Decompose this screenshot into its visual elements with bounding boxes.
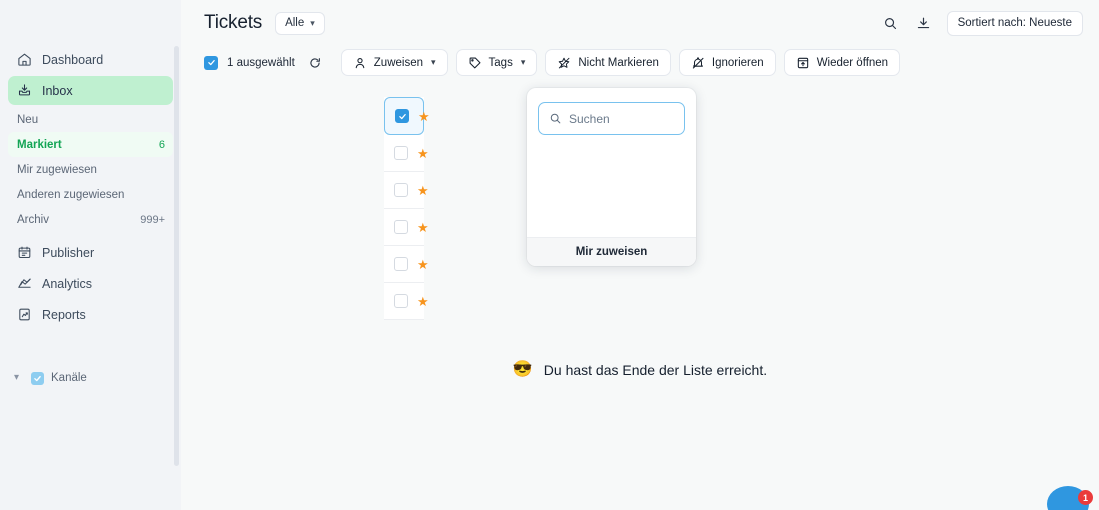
table-row[interactable]: ★: [384, 246, 429, 283]
star-icon[interactable]: ★: [417, 258, 429, 271]
assign-to-me-label: Mir zuweisen: [575, 246, 648, 258]
sidebar: Dashboard Inbox Neu Markiert 6 Mir zugew…: [0, 0, 181, 510]
toolbar-buttons: Zuweisen ▾ Tags ▾ Nicht Markieren Ignori…: [340, 49, 901, 76]
row-checkbox[interactable]: [395, 109, 409, 123]
chevron-down-icon: ▾: [14, 372, 20, 383]
chat-unread-badge: 1: [1078, 490, 1093, 505]
row-checkbox[interactable]: [394, 257, 408, 271]
chevron-down-icon: ▾: [310, 17, 315, 28]
sidebar-item-reports[interactable]: Reports: [8, 300, 173, 329]
sidebar-subitem-count: 6: [158, 138, 165, 151]
star-icon[interactable]: ★: [417, 221, 429, 234]
inbox-icon: [16, 82, 33, 99]
sidebar-item-label: Inbox: [42, 83, 73, 98]
assign-dropdown-body: [527, 88, 696, 237]
search-icon: [550, 113, 561, 124]
sidebar-subitem-label: Archiv: [17, 213, 49, 226]
sunglasses-emoji-icon: 😎: [512, 361, 533, 378]
filter-dropdown-alle[interactable]: Alle ▾: [275, 11, 325, 35]
search-input[interactable]: [569, 111, 674, 126]
table-row[interactable]: ★: [384, 97, 430, 135]
page-title: Tickets: [204, 12, 263, 33]
sidebar-subitem-neu[interactable]: Neu: [8, 107, 173, 132]
chat-widget[interactable]: 1: [1047, 482, 1093, 510]
sidebar-subitem-label: Neu: [17, 113, 39, 126]
refresh-icon[interactable]: [306, 54, 324, 72]
sidebar-subitem-label: Anderen zugewiesen: [17, 188, 125, 201]
table-row[interactable]: ★: [384, 135, 429, 172]
sidebar-item-label: Dashboard: [42, 52, 104, 67]
row-checkbox[interactable]: [394, 220, 408, 234]
reopen-button[interactable]: Wieder öffnen: [783, 49, 901, 76]
assign-button[interactable]: Zuweisen ▾: [340, 49, 448, 76]
table-row[interactable]: ★: [384, 172, 429, 209]
table-row[interactable]: ★: [384, 209, 429, 246]
tags-button-label: Tags: [488, 56, 513, 69]
sidebar-subitem-count: 999+: [140, 213, 165, 226]
report-icon: [16, 306, 33, 323]
star-icon[interactable]: ★: [418, 110, 430, 123]
home-icon: [16, 51, 33, 68]
app-root: Dashboard Inbox Neu Markiert 6 Mir zugew…: [0, 0, 1099, 510]
search-icon[interactable]: [881, 14, 900, 33]
ticket-list: ★ ★ ★ ★ ★ ★: [384, 97, 430, 320]
sidebar-subitem-anderen-zugewiesen[interactable]: Anderen zugewiesen: [8, 182, 173, 207]
channels-label: Kanäle: [51, 372, 87, 384]
sort-label: Sortiert nach: Neueste: [957, 17, 1072, 29]
ignore-button[interactable]: Ignorieren: [678, 49, 776, 76]
end-of-list-message: 😎 Du hast das Ende der Liste erreicht.: [181, 361, 1099, 379]
assign-dropdown-panel: Mir zuweisen: [527, 88, 696, 266]
end-of-list-text: Du hast das Ende der Liste erreicht.: [543, 362, 768, 378]
header-actions: Sortiert nach: Neueste: [881, 10, 1083, 36]
sidebar-item-label: Reports: [42, 307, 86, 322]
chart-icon: [16, 275, 33, 292]
sidebar-subitem-markiert[interactable]: Markiert 6: [8, 132, 173, 157]
sidebar-subitem-archiv[interactable]: Archiv 999+: [8, 207, 173, 232]
sidebar-item-publisher[interactable]: Publisher: [8, 238, 173, 267]
sidebar-subitem-label: Markiert: [17, 138, 62, 151]
ignore-button-label: Ignorieren: [711, 56, 764, 69]
sidebar-item-label: Analytics: [42, 276, 93, 291]
download-icon[interactable]: [914, 14, 933, 33]
star-icon[interactable]: ★: [417, 295, 429, 308]
star-icon[interactable]: ★: [417, 184, 429, 197]
chevron-down-icon: ▾: [520, 57, 526, 67]
unflag-button-label: Nicht Markieren: [578, 56, 659, 69]
unflag-button[interactable]: Nicht Markieren: [545, 49, 671, 76]
sidebar-scrollbar[interactable]: [174, 46, 179, 466]
sidebar-subitem-mir-zugewiesen[interactable]: Mir zugewiesen: [8, 157, 173, 182]
sidebar-item-inbox[interactable]: Inbox: [8, 76, 173, 105]
chevron-down-icon: ▾: [431, 57, 436, 67]
assign-to-me-button[interactable]: Mir zuweisen: [527, 237, 696, 266]
tags-button[interactable]: Tags ▾: [455, 49, 538, 76]
row-checkbox[interactable]: [394, 183, 408, 197]
page-header: Tickets Alle ▾ Sortiert nach: Neueste: [181, 0, 1099, 46]
row-checkbox[interactable]: [394, 146, 408, 160]
assign-search-field[interactable]: [538, 102, 685, 135]
channels-checkbox[interactable]: [31, 371, 44, 385]
star-icon[interactable]: ★: [417, 147, 429, 160]
row-checkbox[interactable]: [394, 294, 408, 308]
main-content: Tickets Alle ▾ Sortiert nach: Neueste 1 …: [181, 0, 1099, 510]
table-row[interactable]: ★: [384, 283, 429, 320]
sidebar-item-dashboard[interactable]: Dashboard: [8, 45, 173, 74]
calendar-icon: [16, 244, 33, 261]
assign-button-label: Zuweisen: [373, 56, 423, 69]
select-all-checkbox[interactable]: [204, 55, 218, 70]
filter-label: Alle: [285, 17, 305, 29]
bulk-action-toolbar: 1 ausgewählt Zuweisen ▾ Tags ▾ Nicht Mar…: [181, 46, 1099, 79]
selection-count-label: 1 ausgewählt: [227, 56, 295, 69]
sidebar-section-channels[interactable]: ▾ Kanäle: [8, 365, 173, 391]
reopen-button-label: Wieder öffnen: [816, 56, 889, 69]
sidebar-item-analytics[interactable]: Analytics: [8, 269, 173, 298]
sort-button[interactable]: Sortiert nach: Neueste: [946, 10, 1083, 36]
sidebar-subitem-label: Mir zugewiesen: [17, 163, 97, 176]
sidebar-item-label: Publisher: [42, 245, 95, 260]
